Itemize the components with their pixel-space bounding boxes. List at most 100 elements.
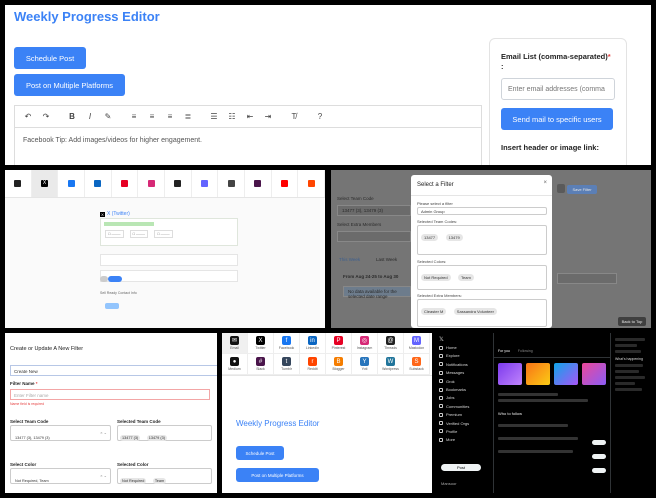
platform-tab-pinterest[interactable] <box>112 170 139 197</box>
platform-tab-wordpress[interactable]: W Wordpress <box>378 354 404 375</box>
clear-format-icon[interactable]: T̸ <box>287 110 301 124</box>
bullet-list-icon[interactable]: ☰ <box>207 110 221 124</box>
nav-item-explore[interactable]: Explore <box>439 352 489 360</box>
nav-item-communities[interactable]: Communities <box>439 402 489 410</box>
sidebar-line <box>615 382 635 385</box>
platform-tab-instagram[interactable]: ◎ Instagram <box>352 333 378 354</box>
close-icon[interactable]: × <box>543 180 547 186</box>
media-card[interactable] <box>498 363 522 385</box>
tab-following[interactable]: Following <box>518 349 533 353</box>
media-card[interactable] <box>554 363 578 385</box>
editor-content[interactable]: Facebook Tip: Add images/videos for high… <box>15 128 481 153</box>
team-code-select[interactable]: 13477 (3), 13479 (3) × ⌄ <box>10 425 111 441</box>
chevron-down-icon[interactable]: × ⌄ <box>100 473 107 478</box>
filter-select[interactable]: Admin Group <box>417 207 547 215</box>
email-input[interactable]: Enter email addresses (comma <box>501 78 615 100</box>
x-user-name[interactable]: Mansoor <box>441 481 457 486</box>
platform-tab-yoti[interactable]: Y Yoti <box>352 354 378 375</box>
x-post-button[interactable] <box>105 303 119 309</box>
outdent-icon[interactable]: ⇤ <box>243 110 257 124</box>
tab-for-you[interactable]: For you <box>498 349 510 353</box>
x-text-field[interactable] <box>100 254 238 266</box>
platform-tab-pinterest[interactable]: P Pinterest <box>326 333 352 354</box>
platform-tab-email[interactable]: ✉ Email <box>222 333 248 354</box>
x-toggle-active[interactable] <box>108 276 122 282</box>
platform-tab-tumblr[interactable]: t Tumblr <box>274 354 300 375</box>
nav-item-jobs[interactable]: Jobs <box>439 394 489 402</box>
platform-tab-blogger[interactable]: B Blogger <box>326 354 352 375</box>
x-option[interactable]: ☐ ——— <box>154 230 173 238</box>
platform-tab-substack[interactable]: S Substack <box>404 354 430 375</box>
chevron-down-icon[interactable]: × ⌄ <box>100 430 107 435</box>
numbered-list-icon[interactable]: ☷ <box>225 110 239 124</box>
nav-item-bookmarks[interactable]: Bookmarks <box>439 385 489 393</box>
help-icon[interactable]: ? <box>313 110 327 124</box>
selected-colors-label: Selected Colors: <box>417 259 447 264</box>
platform-tab-youtube[interactable] <box>272 170 299 197</box>
post-multiple-platforms-button[interactable]: Post on Multiple Platforms <box>14 74 125 96</box>
x-logo-icon[interactable]: 𝕏 <box>439 335 489 343</box>
align-right-icon[interactable]: ≡ <box>163 110 177 124</box>
nav-item-notifications[interactable]: Notifications <box>439 360 489 368</box>
filter-name-input[interactable]: Enter Filter name <box>10 389 210 400</box>
post-multiple-platforms-button[interactable]: Post on Multiple Platforms <box>236 468 319 482</box>
sidebar-line <box>615 370 639 373</box>
create-filter-panel: Create or Update A New Filter Create New… <box>5 333 217 493</box>
nav-item-premium[interactable]: Premium <box>439 411 489 419</box>
align-justify-icon[interactable]: ≣ <box>181 110 195 124</box>
selected-color-box: Not Required Team <box>117 468 212 484</box>
align-center-icon[interactable]: ≡ <box>145 110 159 124</box>
redo-icon[interactable]: ↷ <box>39 110 53 124</box>
schedule-post-button[interactable]: Schedule Post <box>14 47 86 69</box>
x-post-button[interactable]: Post <box>441 464 481 471</box>
send-mail-button[interactable]: Send mail to specific users <box>501 108 613 130</box>
create-new-select[interactable]: Create New <box>10 365 217 376</box>
italic-icon[interactable]: I <box>83 110 97 124</box>
nav-item-verified-orgs[interactable]: Verified Orgs <box>439 419 489 427</box>
media-card[interactable] <box>526 363 550 385</box>
follow-button[interactable] <box>592 454 606 459</box>
x-option[interactable]: ☐ ——— <box>105 230 124 238</box>
follow-button[interactable] <box>592 468 606 473</box>
nav-item-messages[interactable]: Messages <box>439 369 489 377</box>
platform-tab-facebook[interactable]: f Facebook <box>274 333 300 354</box>
nav-item-home[interactable]: Home <box>439 343 489 351</box>
schedule-post-button[interactable]: Schedule Post <box>236 446 284 460</box>
x-toggle[interactable] <box>100 276 108 282</box>
platform-tab-email[interactable] <box>5 170 32 197</box>
instagram-icon: ◎ <box>360 336 369 345</box>
color-select[interactable]: Not Required, Team × ⌄ <box>10 468 111 484</box>
platform-tab-instagram[interactable] <box>138 170 166 197</box>
platform-tab-mastodon[interactable]: M Mastodon <box>404 333 430 354</box>
slack-icon <box>254 180 262 187</box>
platform-tab-medium[interactable] <box>218 170 246 197</box>
nav-item-grok[interactable]: Grok <box>439 377 489 385</box>
align-left-icon[interactable]: ≡ <box>127 110 141 124</box>
follow-button[interactable] <box>592 440 606 445</box>
x-option[interactable]: ☐ ——— <box>129 230 149 238</box>
platform-tab-threads[interactable] <box>165 170 192 197</box>
bg-no-data-text: No data available for the selected date … <box>348 289 397 299</box>
platform-tab-x[interactable]: X <box>31 170 59 197</box>
platform-tab-slack[interactable] <box>245 170 272 197</box>
platform-tab-linkedin[interactable]: in LinkedIn <box>300 333 326 354</box>
undo-icon[interactable]: ↶ <box>21 110 35 124</box>
platform-tab-twitter[interactable]: X Twitter <box>248 333 274 354</box>
platform-tab-reddit[interactable] <box>298 170 325 197</box>
bold-icon[interactable]: B <box>65 110 79 124</box>
platform-tab-facebook[interactable] <box>58 170 86 197</box>
color-chip: Not Required <box>421 274 451 281</box>
highlight-icon[interactable]: ✎ <box>101 110 115 124</box>
nav-item-profile[interactable]: Profile <box>439 427 489 435</box>
platform-tab-mastodon[interactable] <box>192 170 219 197</box>
platform-tab-linkedin[interactable] <box>85 170 112 197</box>
platform-tab-threads[interactable]: @ Threads <box>378 333 404 354</box>
platform-label: Threads <box>384 346 397 350</box>
media-card[interactable] <box>582 363 606 385</box>
indent-icon[interactable]: ⇥ <box>261 110 275 124</box>
platform-tab-medium[interactable]: ● Medium <box>222 354 248 375</box>
rich-text-editor[interactable]: ↶ ↷ B I ✎ ≡ ≡ ≡ ≣ ☰ ☷ ⇤ ⇥ T̸ ? Facebook … <box>14 105 482 165</box>
platform-tab-slack[interactable]: # Slack <box>248 354 274 375</box>
nav-item-more[interactable]: More <box>439 436 489 444</box>
platform-tab-reddit[interactable]: r Reddit <box>300 354 326 375</box>
